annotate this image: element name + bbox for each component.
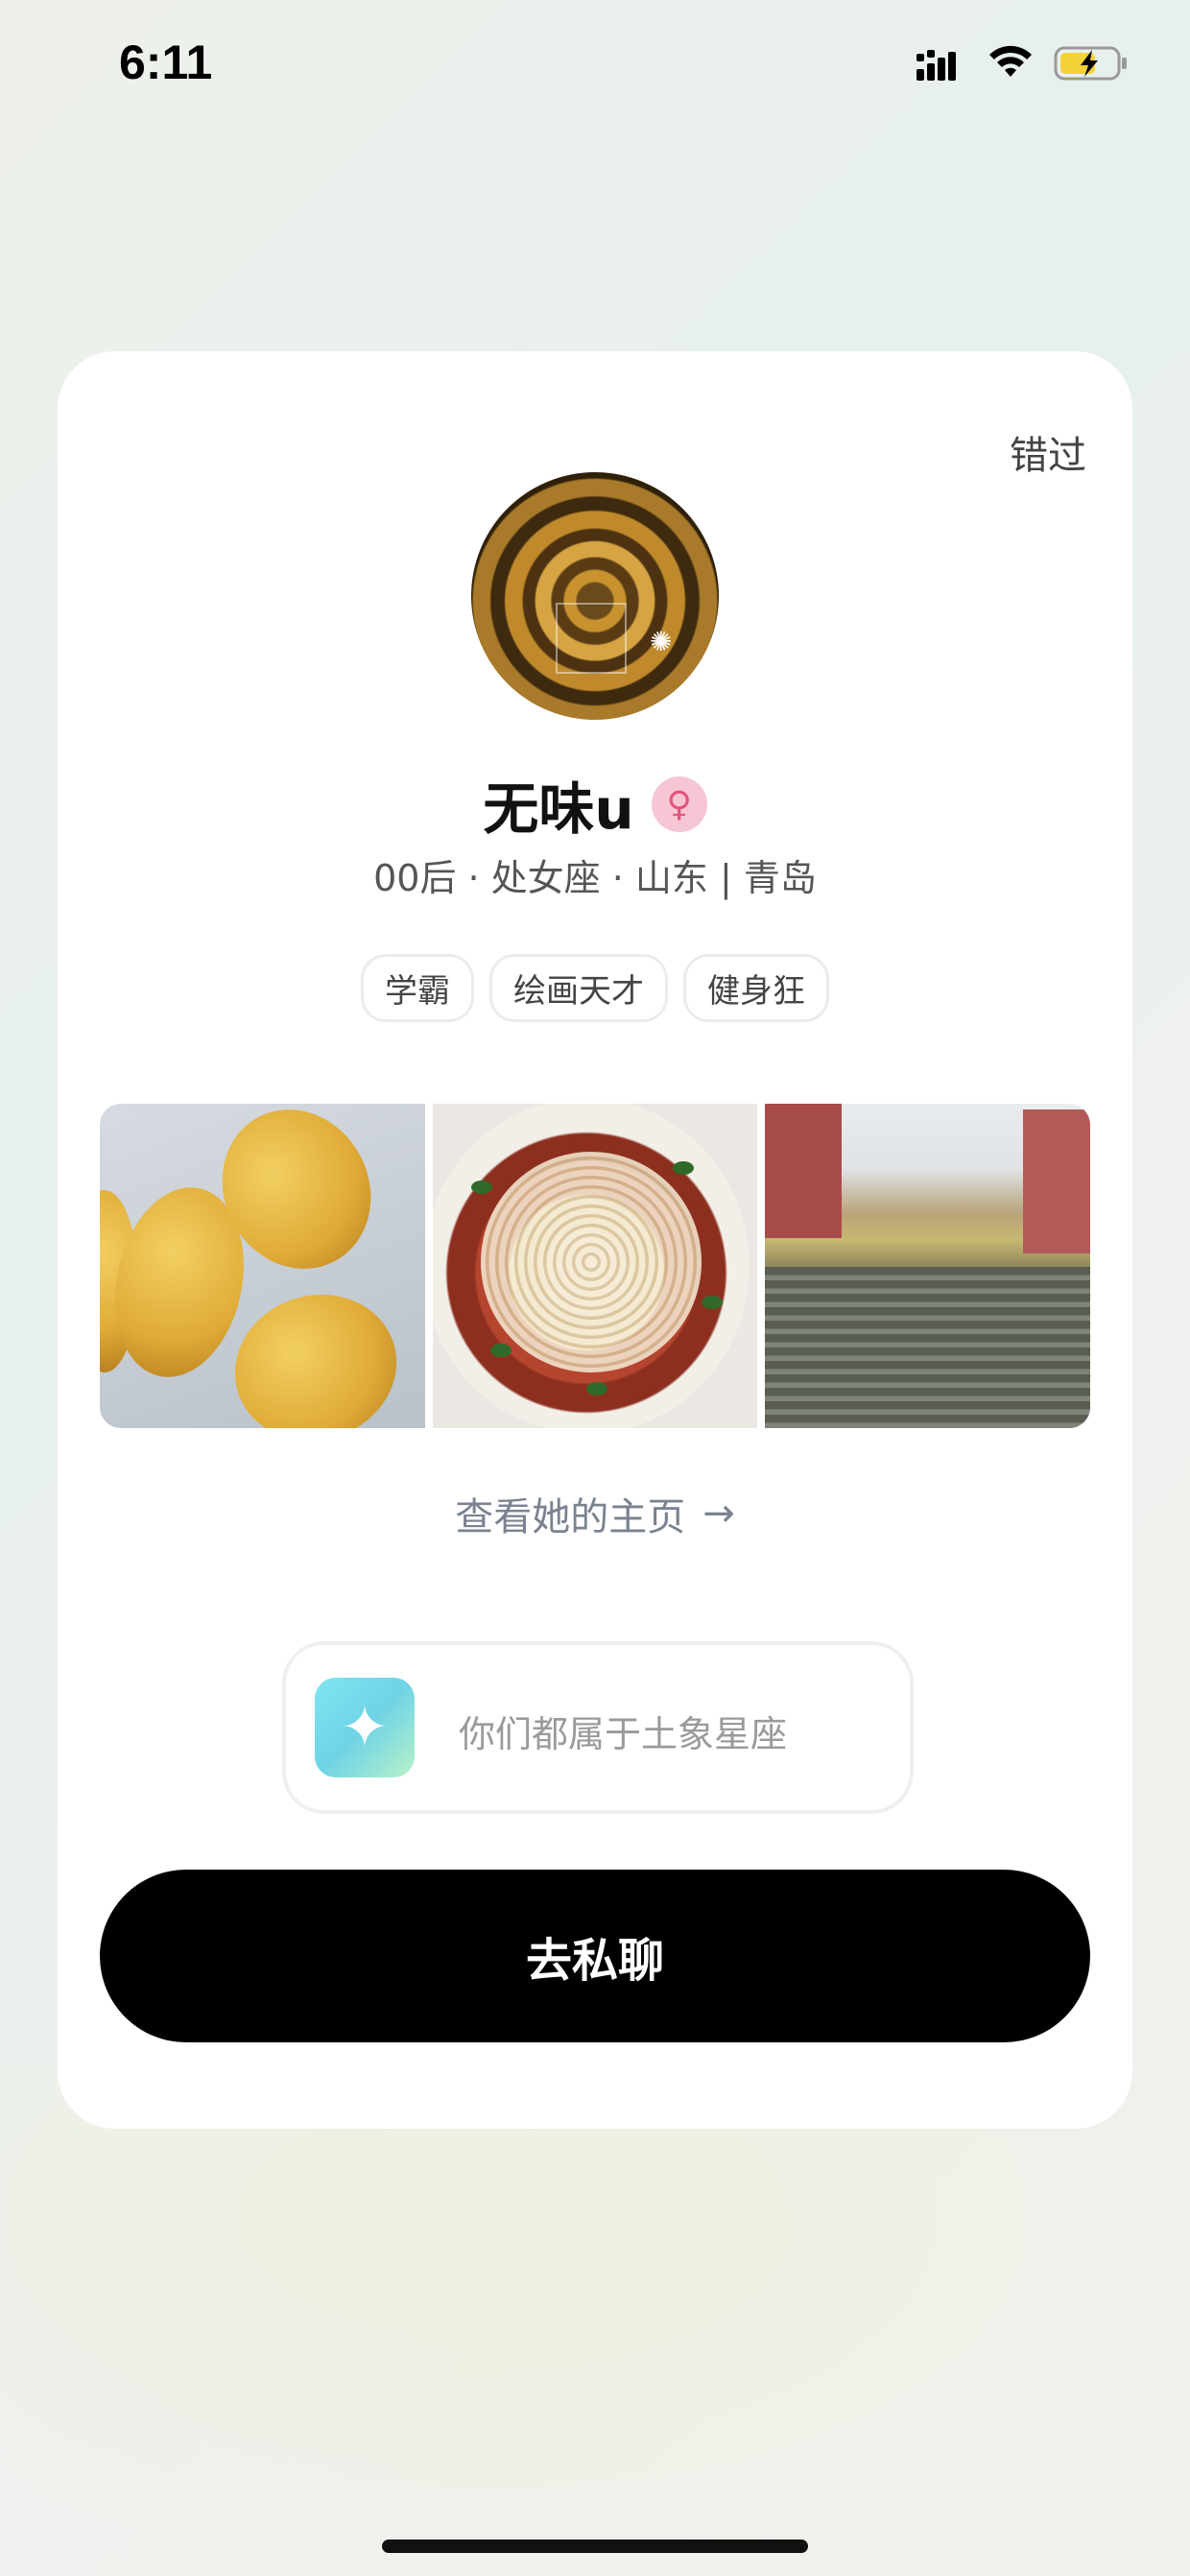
photo-noodles[interactable] [432,1104,758,1428]
tag-list: 学霸 绘画天才 健身狂 [58,954,1132,1022]
signal-icon [916,50,956,81]
match-hint-box: ✦ 你们都属于土象星座 [282,1641,914,1814]
avatar[interactable]: ✺ [471,472,719,720]
status-time: 6:11 [119,36,213,89]
sparkle-decoration-icon: ✺ [650,626,673,657]
mango-shape [215,1274,416,1428]
skip-button[interactable]: 错过 [1010,424,1086,480]
herb-shape [672,1161,694,1175]
battery-charging-icon [1054,46,1127,81]
home-indicator[interactable] [382,2540,808,2553]
photo-mangoes[interactable] [100,1104,425,1428]
building-shape [765,1104,843,1238]
match-hint-text: 你们都属于土象星座 [459,1713,788,1755]
wifi-icon [989,45,1032,77]
female-icon: ♀ [651,776,707,832]
photo-strip [100,1104,1090,1428]
herb-shape [470,1181,492,1194]
view-homepage-label: 查看她的主页 [455,1495,686,1539]
building-shape [1023,1109,1090,1253]
status-bar: 6:11 [0,0,1190,134]
herb-shape [585,1382,607,1395]
water-shape [765,1267,1090,1428]
herb-shape [489,1344,512,1357]
name-row: 无味u ♀ [58,764,1132,845]
private-chat-button[interactable]: 去私聊 [100,1870,1090,2042]
profile-meta: 00后 · 处女座 · 山东 | 青岛 [373,857,817,899]
sparkle-icon: ✦ [315,1678,415,1777]
profile-match-card: 错过 ✺ 无味u ♀ 00后 · 处女座 · 山东 | 青岛 学霸 绘画天才 健… [58,351,1132,2129]
noodle-shape [480,1152,702,1372]
tag-item: 健身狂 [683,954,829,1022]
view-homepage-link[interactable]: 查看她的主页 → [58,1486,1132,1541]
avatar-frame-decoration [556,603,627,674]
arrow-right-icon: → [702,1491,735,1536]
profile-name: 无味u [483,776,634,842]
herb-shape [701,1296,723,1309]
tag-item: 绘画天才 [489,954,668,1022]
photo-canal[interactable] [765,1104,1090,1428]
tag-item: 学霸 [361,954,474,1022]
background-glow [0,2063,1190,2576]
